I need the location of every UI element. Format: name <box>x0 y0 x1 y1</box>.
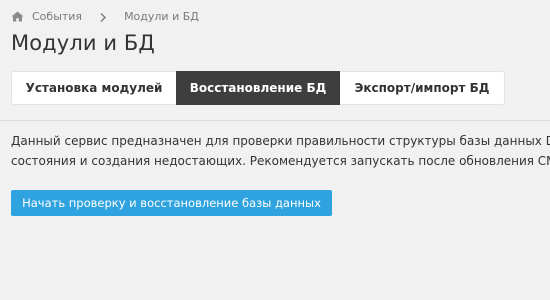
page: События Модули и БД Модули и БД Установк… <box>0 0 550 300</box>
breadcrumb-item-events[interactable]: События <box>32 10 82 23</box>
breadcrumb: События Модули и БД <box>11 8 199 24</box>
description-line: состояния и создания недостающих. Рекоме… <box>11 154 550 168</box>
tab-bar: Установка модулей Восстановление БД Эксп… <box>11 71 505 105</box>
chevron-right-icon <box>99 12 107 22</box>
home-icon[interactable] <box>11 11 24 22</box>
tab-export-import-db[interactable]: Экспорт/импорт БД <box>340 72 504 104</box>
breadcrumb-item-modules-db: Модули и БД <box>124 9 199 23</box>
service-description: Данный сервис предназначен для проверки … <box>11 131 550 171</box>
tab-install-modules[interactable]: Установка модулей <box>12 72 176 104</box>
page-title: Модули и БД <box>11 31 155 55</box>
divider <box>0 120 550 121</box>
description-line: Данный сервис предназначен для проверки … <box>11 134 550 148</box>
tab-restore-db[interactable]: Восстановление БД <box>176 71 340 105</box>
start-check-restore-button[interactable]: Начать проверку и восстановление базы да… <box>11 190 332 216</box>
